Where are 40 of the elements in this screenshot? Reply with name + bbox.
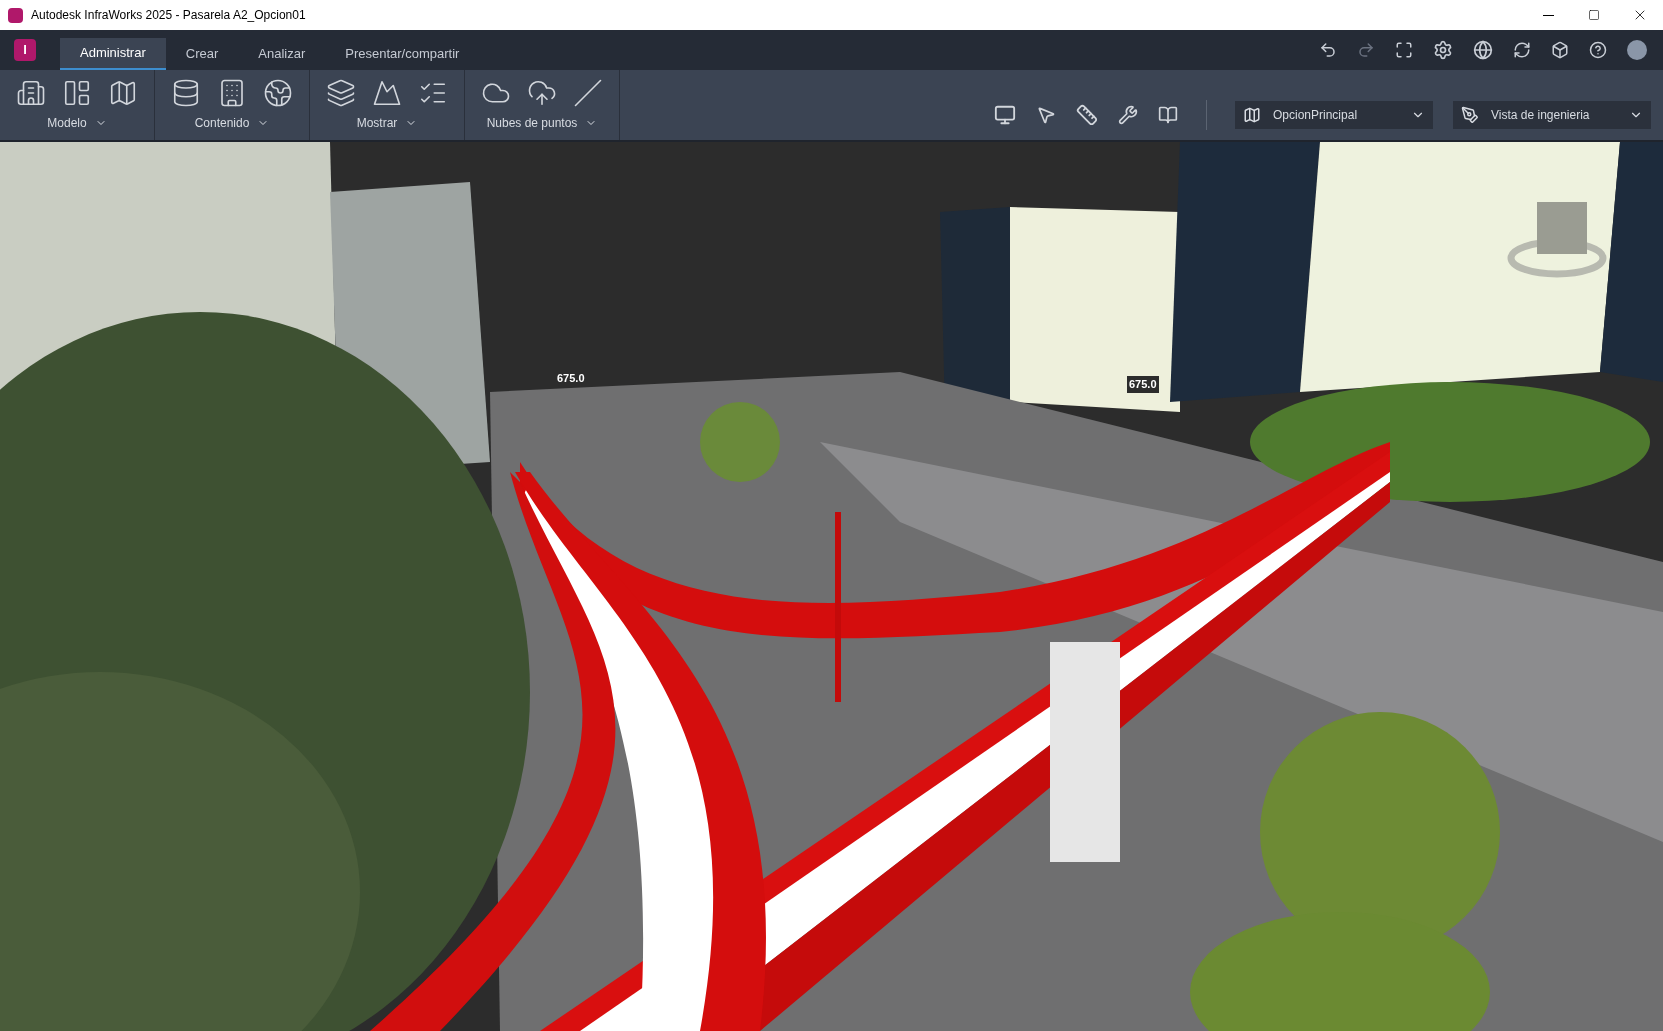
redo-icon[interactable] — [1357, 41, 1375, 59]
building-icon[interactable] — [16, 78, 46, 108]
panels-icon[interactable] — [62, 78, 92, 108]
cube-icon[interactable] — [1551, 41, 1569, 59]
ribbon-group-dropdown[interactable]: Mostrar — [356, 114, 418, 132]
ribbon-group-dropdown[interactable]: Contenido — [194, 114, 270, 132]
book-icon[interactable] — [1158, 105, 1178, 125]
ribbon-group-dropdown[interactable]: Nubes de puntos — [486, 114, 598, 132]
maximize-icon — [1588, 9, 1600, 21]
map-icon — [1243, 106, 1261, 124]
map-icon[interactable] — [108, 78, 138, 108]
window-title: Autodesk InfraWorks 2025 - Pasarela A2_Opcion01 — [31, 7, 306, 24]
view-dropdown[interactable]: Vista de ingenieria — [1453, 101, 1651, 129]
ribbon-tab[interactable]: Administrar — [60, 38, 166, 70]
ribbon-tab[interactable]: Presentar/compartir — [325, 38, 480, 70]
elevation-label: 675.0 — [1127, 376, 1159, 393]
settings-icon[interactable] — [1433, 40, 1453, 60]
slash-icon[interactable] — [573, 78, 603, 108]
mountain-icon[interactable] — [372, 78, 402, 108]
cloud-icon[interactable] — [527, 78, 557, 108]
monitor-icon[interactable] — [994, 104, 1016, 126]
app-icon — [8, 7, 23, 23]
ribbon-group-dropdown[interactable]: Modelo — [47, 114, 107, 132]
globe-icon[interactable] — [1473, 40, 1493, 60]
help-icon[interactable] — [1589, 41, 1607, 59]
undo-icon[interactable] — [1319, 41, 1337, 59]
pointer-icon[interactable] — [1036, 105, 1056, 125]
database-icon[interactable] — [171, 78, 201, 108]
proposal-dropdown[interactable]: OpcionPrincipal — [1235, 101, 1433, 129]
ruler-icon[interactable] — [1076, 104, 1098, 126]
app-logo[interactable]: I — [14, 39, 36, 61]
sync-icon[interactable] — [1513, 41, 1531, 59]
tools-icon[interactable] — [1118, 105, 1138, 125]
layers-icon[interactable] — [326, 78, 356, 108]
ribbon-tab[interactable]: Analizar — [238, 38, 326, 70]
fullscreen-icon[interactable] — [1395, 41, 1413, 59]
globe-icon[interactable] — [263, 78, 293, 108]
avatar-icon[interactable] — [1627, 40, 1647, 60]
minimize-icon — [1542, 14, 1554, 16]
ribbon-tab[interactable]: Crear — [165, 38, 239, 70]
